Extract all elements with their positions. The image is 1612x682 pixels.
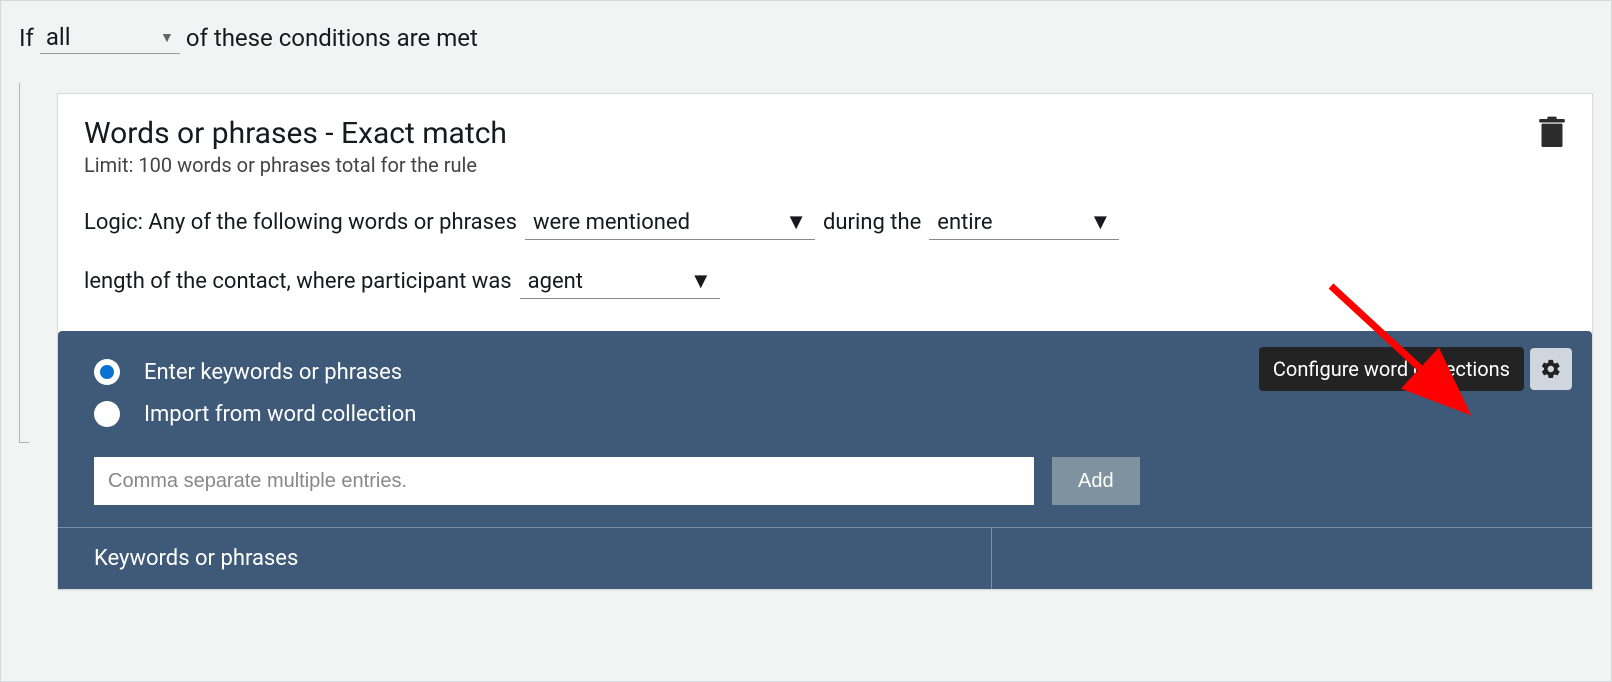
keywords-table-header: Keywords or phrases (58, 527, 1592, 589)
keywords-input[interactable] (94, 457, 1034, 505)
enter-keywords-label: Enter keywords or phrases (144, 360, 402, 385)
keywords-header-cell: Keywords or phrases (58, 528, 992, 589)
card-title: Words or phrases - Exact match (84, 116, 507, 151)
keywords-panel: Configure word collections Enter keyword… (58, 331, 1592, 527)
radio-icon (94, 359, 120, 385)
scope-select-value: entire (937, 210, 992, 235)
logic-second-line: length of the contact, where participant… (84, 269, 512, 294)
scope-select[interactable]: entire ▼ (929, 205, 1119, 240)
keywords-header-cell-empty (992, 528, 1592, 589)
if-label: If (19, 24, 34, 52)
trash-icon (1538, 116, 1566, 150)
mentioned-select[interactable]: were mentioned ▼ (525, 205, 815, 240)
logic-prefix: Logic: Any of the following words or phr… (84, 210, 517, 235)
condition-card: Words or phrases - Exact match Limit: 10… (57, 93, 1593, 590)
participant-select-value: agent (528, 269, 583, 294)
radio-icon (94, 401, 120, 427)
add-button[interactable]: Add (1052, 457, 1140, 505)
configure-collections-tooltip: Configure word collections (1259, 347, 1524, 391)
participant-select[interactable]: agent ▼ (520, 264, 720, 299)
chevron-down-icon: ▼ (785, 209, 807, 235)
import-collection-radio[interactable]: Import from word collection (94, 401, 1562, 427)
delete-button[interactable] (1538, 116, 1566, 155)
chevron-down-icon: ▼ (690, 268, 712, 294)
card-subtitle: Limit: 100 words or phrases total for th… (84, 153, 507, 177)
conditions-suffix: of these conditions are met (186, 24, 478, 52)
chevron-down-icon: ▼ (1090, 209, 1112, 235)
gear-icon (1540, 358, 1562, 380)
mentioned-select-value: were mentioned (533, 210, 690, 235)
import-collection-label: Import from word collection (144, 402, 416, 427)
logic-middle: during the (823, 210, 921, 235)
quantifier-select[interactable]: all ▼ (40, 21, 180, 54)
tree-connector (19, 83, 29, 443)
chevron-down-icon: ▼ (160, 29, 174, 46)
quantifier-value: all (46, 23, 154, 51)
configure-collections-button[interactable] (1530, 348, 1572, 390)
